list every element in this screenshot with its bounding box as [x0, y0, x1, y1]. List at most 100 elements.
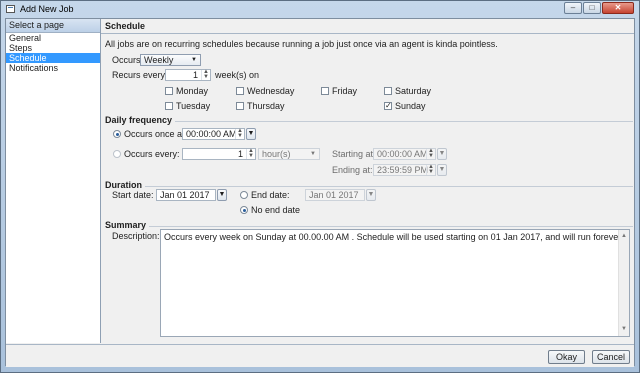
once-time-spinner[interactable]: ▲ ▼ — [235, 128, 244, 139]
occurs-select[interactable]: Weekly ▼ — [140, 54, 201, 66]
duration-title: Duration — [105, 180, 145, 190]
chevron-down-icon: ▼ — [218, 191, 226, 198]
description-textarea[interactable]: Occurs every week on Sunday at 00.00.00 … — [160, 229, 630, 337]
no-end-date-radio[interactable] — [240, 206, 248, 214]
schedule-page: Schedule All jobs are on recurring sched… — [101, 19, 634, 343]
dialog-client-area: Select a page General Steps Schedule Not… — [5, 18, 635, 367]
dialog-window: Add New Job – □ ✕ Select a page General … — [0, 0, 640, 373]
description-label: Description: — [112, 231, 160, 241]
window-title: Add New Job — [20, 4, 74, 14]
monday-checkbox[interactable] — [165, 87, 173, 95]
app-icon — [6, 5, 15, 13]
occurs-every-input[interactable]: 1 ▲ ▼ — [182, 148, 256, 160]
recurs-every-input[interactable]: 1 ▲ ▼ — [165, 69, 211, 81]
occurs-once-radio[interactable] — [113, 130, 121, 138]
tuesday-label: Tuesday — [176, 101, 211, 111]
page-item-steps[interactable]: Steps — [6, 43, 100, 53]
scroll-up-icon[interactable]: ▲ — [619, 231, 629, 242]
ending-at-input[interactable]: 23:59:59 PM ▲ ▼ — [373, 164, 436, 176]
starting-at-input[interactable]: 00:00:00 AM ▲ ▼ — [373, 148, 436, 160]
starting-at-value: 00:00:00 AM — [377, 149, 428, 159]
recurs-every-value: 1 — [192, 70, 198, 80]
wednesday-label: Wednesday — [247, 86, 295, 96]
page-item-notifications[interactable]: Notifications — [6, 63, 100, 73]
page-item-general[interactable]: General — [6, 33, 100, 43]
daily-frequency-title: Daily frequency — [105, 115, 176, 125]
friday-checkbox[interactable] — [321, 87, 329, 95]
occurs-once-time-value: 00:00:00 AM — [186, 129, 237, 139]
occurs-select-value: Weekly — [144, 55, 174, 65]
occurs-every-value: 1 — [237, 149, 243, 159]
no-end-date-label: No end date — [251, 205, 301, 215]
once-time-dropdown-button[interactable]: ▼ — [246, 128, 256, 140]
chevron-down-icon: ▼ — [247, 130, 255, 137]
spin-down-icon[interactable]: ▼ — [428, 153, 434, 159]
occurs-every-radio[interactable] — [113, 150, 121, 158]
occurs-every-label: Occurs every: — [124, 149, 180, 159]
minimize-button[interactable]: – — [564, 2, 582, 14]
start-date-dropdown-button[interactable]: ▼ — [217, 189, 227, 201]
sunday-checkbox[interactable]: ✓ — [384, 102, 392, 110]
close-button[interactable]: ✕ — [602, 2, 634, 14]
occurs-label: Occurs — [112, 55, 141, 65]
end-date-value: Jan 01 2017 — [309, 190, 359, 200]
every-unit-select[interactable]: hour(s) ▼ — [258, 148, 320, 160]
page-selector: Select a page General Steps Schedule Not… — [6, 19, 101, 343]
summary-title: Summary — [105, 220, 150, 230]
chevron-down-icon: ▼ — [367, 191, 375, 198]
ending-at-label: Ending at: — [332, 165, 373, 175]
scroll-down-icon[interactable]: ▼ — [619, 324, 629, 335]
end-date-dropdown-button[interactable]: ▼ — [366, 189, 376, 201]
wednesday-checkbox[interactable] — [236, 87, 244, 95]
chevron-down-icon: ▼ — [191, 57, 197, 63]
title-bar: Add New Job – □ ✕ — [1, 1, 639, 18]
cancel-button[interactable]: Cancel — [592, 350, 630, 364]
maximize-button[interactable]: □ — [583, 2, 601, 14]
chevron-down-icon: ▼ — [438, 166, 446, 173]
daily-frequency-section-header: Daily frequency — [105, 115, 633, 125]
recurs-label: Recurs every: — [112, 70, 168, 80]
spin-down-icon[interactable]: ▼ — [203, 74, 209, 80]
dialog-footer: Okay Cancel — [6, 344, 634, 367]
end-date-input[interactable]: Jan 01 2017 — [305, 189, 365, 201]
page-selector-header: Select a page — [6, 19, 100, 33]
description-text: Occurs every week on Sunday at 00.00.00 … — [164, 232, 624, 242]
thursday-checkbox[interactable] — [236, 102, 244, 110]
recurs-unit-label: week(s) on — [215, 70, 260, 80]
end-date-radio[interactable] — [240, 191, 248, 199]
every-spinner[interactable]: ▲ ▼ — [246, 148, 255, 159]
spin-down-icon[interactable]: ▼ — [248, 153, 254, 159]
saturday-label: Saturday — [395, 86, 432, 96]
thursday-label: Thursday — [247, 101, 285, 111]
monday-label: Monday — [176, 86, 209, 96]
starting-at-label: Starting at: — [332, 149, 376, 159]
sunday-label: Sunday — [395, 101, 426, 111]
spin-down-icon[interactable]: ▼ — [428, 169, 434, 175]
occurs-once-time-input[interactable]: 00:00:00 AM ▲ ▼ — [182, 128, 245, 140]
page-title: Schedule — [101, 19, 634, 34]
description-scrollbar[interactable]: ▲ ▼ — [618, 230, 629, 336]
spin-down-icon[interactable]: ▼ — [237, 133, 243, 139]
window-controls: – □ ✕ — [564, 2, 634, 14]
ending-spinner[interactable]: ▲ ▼ — [426, 164, 435, 175]
starting-spinner[interactable]: ▲ ▼ — [426, 148, 435, 159]
start-date-label: Start date: — [112, 190, 154, 200]
every-unit-value: hour(s) — [262, 149, 291, 159]
saturday-checkbox[interactable] — [384, 87, 392, 95]
okay-button[interactable]: Okay — [548, 350, 585, 364]
start-date-value: Jan 01 2017 — [160, 190, 210, 200]
friday-label: Friday — [332, 86, 358, 96]
recurs-spinner[interactable]: ▲ ▼ — [201, 69, 210, 80]
schedule-intro-text: All jobs are on recurring schedules beca… — [105, 39, 498, 49]
start-date-input[interactable]: Jan 01 2017 — [156, 189, 216, 201]
ending-at-value: 23:59:59 PM — [377, 165, 429, 175]
check-icon: ✓ — [385, 101, 392, 110]
starting-dropdown-button[interactable]: ▼ — [437, 148, 447, 160]
ending-dropdown-button[interactable]: ▼ — [437, 164, 447, 176]
chevron-down-icon: ▼ — [438, 150, 446, 157]
end-date-label: End date: — [251, 190, 290, 200]
occurs-once-label: Occurs once at: — [124, 129, 188, 139]
tuesday-checkbox[interactable] — [165, 102, 173, 110]
page-item-schedule[interactable]: Schedule — [6, 53, 100, 63]
chevron-down-icon: ▼ — [310, 151, 316, 157]
